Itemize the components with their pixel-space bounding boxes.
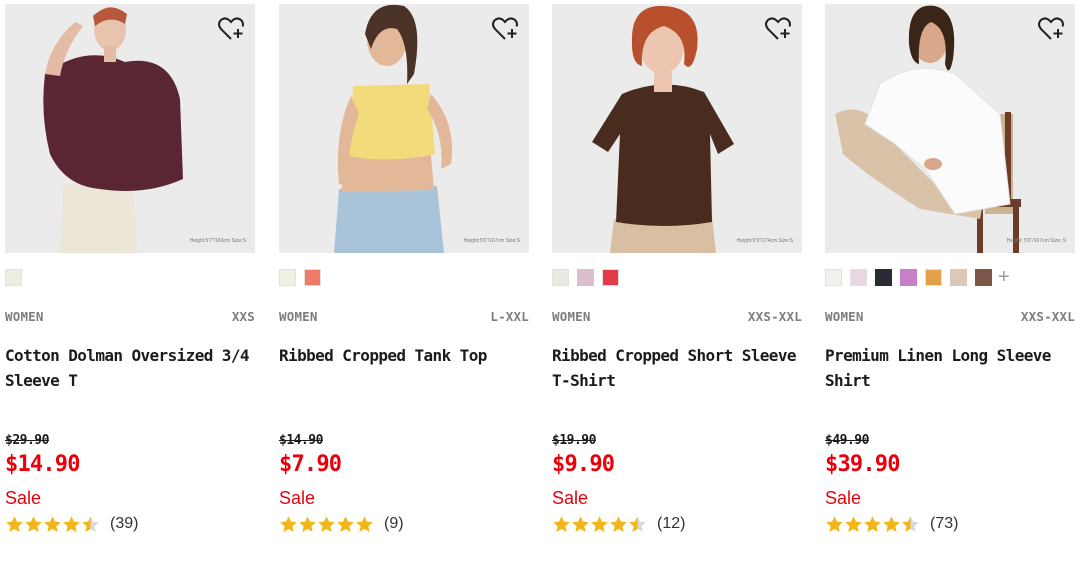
product-meta: WOMEN L-XXL — [279, 309, 529, 324]
product-image[interactable]: Height:5'7"/169cm Size:S — [5, 4, 255, 253]
product-name[interactable]: Ribbed Cropped Short Sleeve T-Shirt — [552, 343, 802, 393]
sale-price: $39.90 — [825, 452, 900, 477]
more-colors-plus-icon[interactable]: + — [998, 267, 1010, 287]
rating: (39) — [5, 513, 138, 535]
review-count[interactable]: (12) — [657, 515, 685, 533]
size-range: XXS-XXL — [747, 309, 802, 324]
color-swatches: + — [825, 267, 1010, 287]
add-to-wishlist-heart-icon[interactable] — [1037, 16, 1065, 42]
model-info: Height:5'9"/174cm Size:S — [736, 238, 793, 244]
star-full-icon — [826, 515, 843, 532]
sale-price: $14.90 — [5, 452, 80, 477]
size-range: L-XXL — [490, 309, 529, 324]
sale-label: Sale — [825, 488, 862, 508]
star-full-icon — [610, 515, 627, 532]
color-swatch[interactable] — [975, 268, 992, 286]
color-swatch[interactable] — [279, 268, 296, 286]
model-info: Height: 5'6"/167cm Size: S — [1006, 238, 1066, 244]
sale-price: $7.90 — [279, 452, 342, 477]
original-price: $19.90 — [552, 433, 596, 448]
product-meta: WOMEN XXS-XXL — [552, 309, 802, 324]
gender-label: WOMEN — [825, 309, 864, 324]
color-swatch[interactable] — [577, 268, 594, 286]
star-half-icon — [82, 515, 99, 532]
star-full-icon — [6, 515, 23, 532]
color-swatches — [5, 268, 30, 286]
star-full-icon — [280, 515, 297, 532]
star-full-icon — [299, 515, 316, 532]
size-range: XXS-XXL — [1020, 309, 1075, 324]
product-card[interactable]: Height:5'6"/167cm Size:S WOMEN L-XXL Rib… — [279, 0, 529, 583]
product-image[interactable]: Height: 5'6"/167cm Size: S — [825, 4, 1075, 253]
sale-label: Sale — [279, 488, 316, 508]
product-meta: WOMEN XXS-XXL — [825, 309, 1075, 324]
original-price: $29.90 — [5, 433, 49, 448]
add-to-wishlist-heart-icon[interactable] — [764, 16, 792, 42]
color-swatch[interactable] — [900, 268, 917, 286]
star-rating — [5, 515, 100, 534]
star-half-icon — [629, 515, 646, 532]
star-full-icon — [25, 515, 42, 532]
star-full-icon — [591, 515, 608, 532]
product-grid: Height:5'7"/169cm Size:S WOMEN XXS Cotto… — [0, 0, 1080, 583]
color-swatch[interactable] — [950, 268, 967, 286]
product-name[interactable]: Cotton Dolman Oversized 3/4 Sleeve T — [5, 343, 255, 393]
sale-price: $9.90 — [552, 452, 615, 477]
star-full-icon — [318, 515, 335, 532]
product-card[interactable]: Height:5'9"/174cm Size:S WOMEN XXS-XXL R… — [552, 0, 802, 583]
star-half-icon — [902, 515, 919, 532]
gender-label: WOMEN — [279, 309, 318, 324]
review-count[interactable]: (39) — [110, 515, 138, 533]
color-swatches — [552, 268, 627, 286]
star-full-icon — [63, 515, 80, 532]
star-rating — [825, 515, 920, 534]
model-info: Height:5'7"/169cm Size:S — [189, 238, 246, 244]
color-swatch[interactable] — [5, 268, 22, 286]
rating: (73) — [825, 513, 958, 535]
size-range: XXS — [231, 309, 255, 324]
gender-label: WOMEN — [552, 309, 591, 324]
color-swatch[interactable] — [552, 268, 569, 286]
star-full-icon — [864, 515, 881, 532]
star-full-icon — [356, 515, 373, 532]
original-price: $14.90 — [279, 433, 323, 448]
model-info: Height:5'6"/167cm Size:S — [463, 238, 520, 244]
add-to-wishlist-heart-icon[interactable] — [491, 16, 519, 42]
sale-label: Sale — [552, 488, 589, 508]
product-meta: WOMEN XXS — [5, 309, 255, 324]
color-swatch[interactable] — [925, 268, 942, 286]
star-full-icon — [553, 515, 570, 532]
sale-label: Sale — [5, 488, 42, 508]
star-full-icon — [845, 515, 862, 532]
product-card[interactable]: Height:5'7"/169cm Size:S WOMEN XXS Cotto… — [5, 0, 255, 583]
color-swatch[interactable] — [850, 268, 867, 286]
color-swatches — [279, 268, 329, 286]
product-card[interactable]: Height: 5'6"/167cm Size: S + WOMEN XXS-X… — [825, 0, 1075, 583]
add-to-wishlist-heart-icon[interactable] — [217, 16, 245, 42]
color-swatch[interactable] — [875, 268, 892, 286]
color-swatch[interactable] — [304, 268, 321, 286]
star-full-icon — [883, 515, 900, 532]
rating: (9) — [279, 513, 404, 535]
gender-label: WOMEN — [5, 309, 44, 324]
color-swatch[interactable] — [825, 268, 842, 286]
product-image[interactable]: Height:5'9"/174cm Size:S — [552, 4, 802, 253]
rating: (12) — [552, 513, 685, 535]
product-name[interactable]: Premium Linen Long Sleeve Shirt — [825, 343, 1075, 393]
review-count[interactable]: (9) — [384, 515, 404, 533]
product-image[interactable]: Height:5'6"/167cm Size:S — [279, 4, 529, 253]
star-full-icon — [572, 515, 589, 532]
original-price: $49.90 — [825, 433, 869, 448]
star-full-icon — [337, 515, 354, 532]
review-count[interactable]: (73) — [930, 515, 958, 533]
star-full-icon — [44, 515, 61, 532]
star-rating — [279, 515, 374, 534]
color-swatch[interactable] — [602, 268, 619, 286]
product-name[interactable]: Ribbed Cropped Tank Top — [279, 343, 529, 368]
star-rating — [552, 515, 647, 534]
